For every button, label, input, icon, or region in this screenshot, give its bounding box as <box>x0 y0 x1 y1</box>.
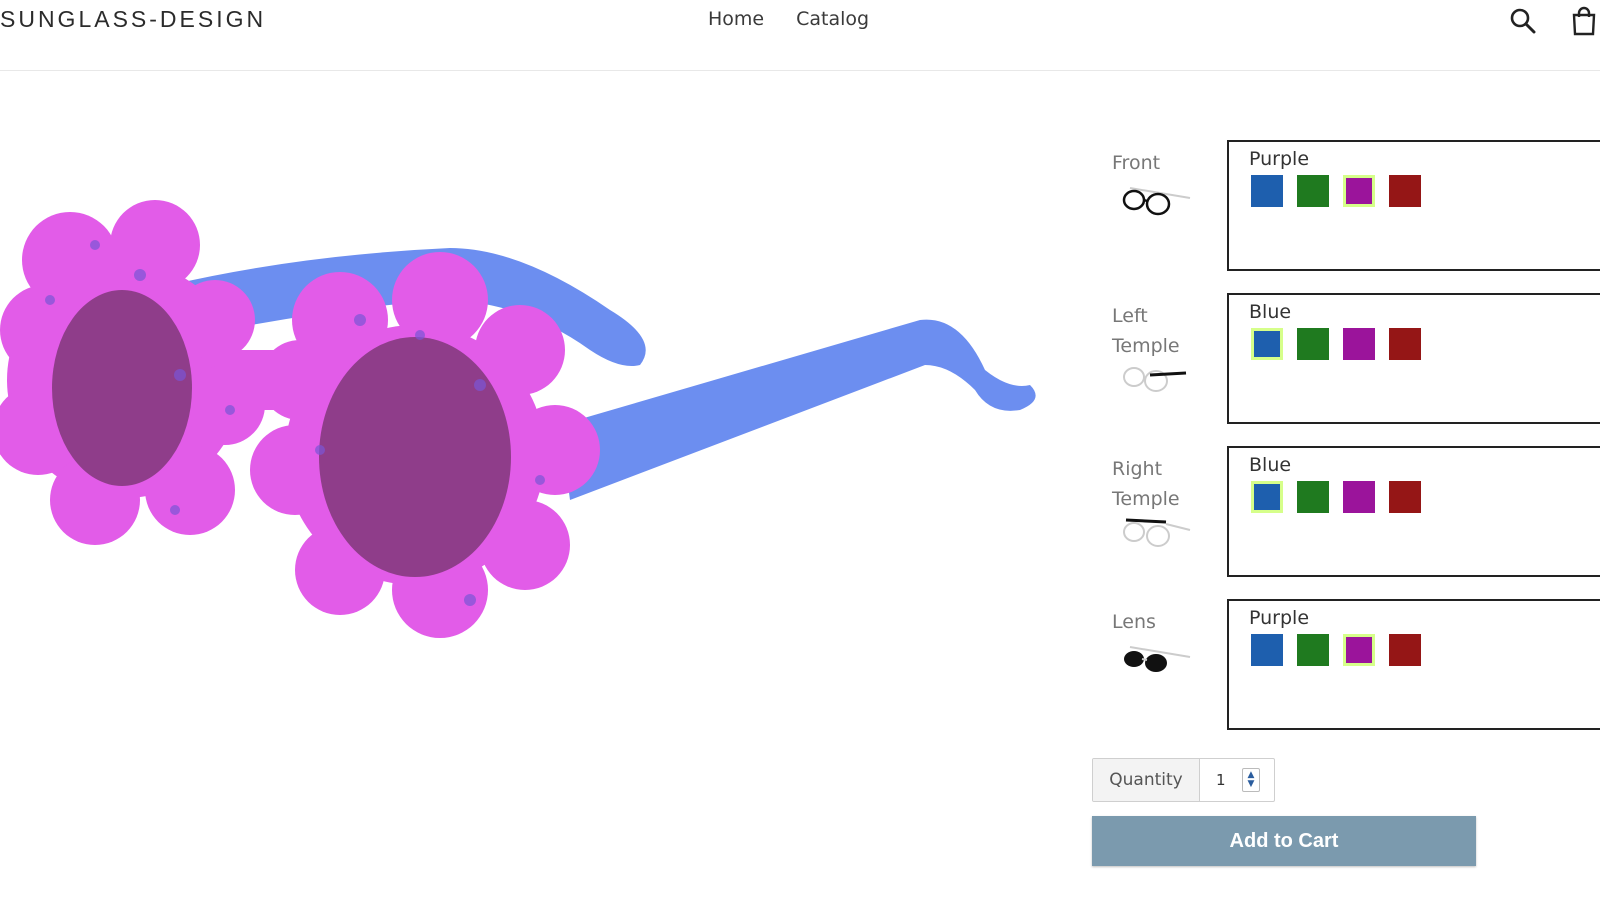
option-front-box: Purple <box>1227 140 1600 271</box>
quantity-value[interactable]: 1 <box>1216 771 1226 789</box>
swatch-green[interactable] <box>1297 481 1329 513</box>
main-nav: Home Catalog <box>708 8 869 30</box>
swatch-purple[interactable] <box>1343 481 1375 513</box>
option-front-selected: Purple <box>1249 148 1310 170</box>
option-front: Front Purple <box>1092 140 1600 293</box>
quantity-label: Quantity <box>1093 759 1200 801</box>
option-front-swatches <box>1251 175 1421 207</box>
lens-icon <box>1124 646 1191 672</box>
swatch-green[interactable] <box>1297 175 1329 207</box>
product-image <box>0 200 1060 660</box>
option-left-temple-box: Blue <box>1227 293 1600 424</box>
swatch-red[interactable] <box>1389 328 1421 360</box>
option-front-label: Front <box>1112 152 1161 174</box>
option-right-temple: Right Temple Blue <box>1092 446 1600 599</box>
nav-catalog-link[interactable]: Catalog <box>796 8 869 30</box>
site-logo[interactable]: SUNGLASS-DESIGN <box>0 6 266 33</box>
quantity-stepper[interactable]: 1 ▲ ▼ <box>1200 759 1274 801</box>
swatch-blue[interactable] <box>1251 328 1283 360</box>
option-right-temple-box: Blue <box>1227 446 1600 577</box>
add-to-cart-button[interactable]: Add to Cart <box>1092 816 1476 866</box>
swatch-purple[interactable] <box>1343 328 1375 360</box>
option-lens-label: Lens <box>1112 611 1156 633</box>
swatch-blue[interactable] <box>1251 481 1283 513</box>
quantity-control: Quantity 1 ▲ ▼ <box>1092 758 1275 802</box>
option-left-temple-selected: Blue <box>1249 301 1292 323</box>
stepper-arrows-icon[interactable]: ▲ ▼ <box>1242 768 1260 792</box>
swatch-green[interactable] <box>1297 328 1329 360</box>
swatch-red[interactable] <box>1389 634 1421 666</box>
swatch-purple[interactable] <box>1343 175 1375 207</box>
option-right-temple-selected: Blue <box>1249 454 1292 476</box>
cart-icon[interactable] <box>1567 4 1600 38</box>
option-right-temple-swatches <box>1251 481 1421 513</box>
right-temple-icon <box>1123 518 1191 547</box>
site-header: SUNGLASS-DESIGN Home Catalog <box>0 0 1600 71</box>
left-temple-icon <box>1123 367 1187 392</box>
nav-home-link[interactable]: Home <box>708 8 764 30</box>
option-lens-selected: Purple <box>1249 607 1310 629</box>
swatch-blue[interactable] <box>1251 634 1283 666</box>
swatch-red[interactable] <box>1389 175 1421 207</box>
option-left-temple-label: Left Temple <box>1112 305 1180 357</box>
option-left-temple-swatches <box>1251 328 1421 360</box>
swatch-purple[interactable] <box>1343 634 1375 666</box>
sunglasses-illustration <box>0 200 1036 638</box>
swatch-blue[interactable] <box>1251 175 1283 207</box>
search-icon[interactable] <box>1506 4 1540 38</box>
front-icon <box>1122 187 1191 216</box>
option-lens-swatches <box>1251 634 1421 666</box>
option-lens-box: Purple <box>1227 599 1600 730</box>
option-left-temple: Left Temple Blue <box>1092 293 1600 446</box>
option-lens: Lens Purple <box>1092 599 1600 752</box>
customization-options: Front Purple Left Temple Blue Right Temp… <box>1092 140 1600 752</box>
swatch-green[interactable] <box>1297 634 1329 666</box>
swatch-red[interactable] <box>1389 481 1421 513</box>
option-right-temple-label: Right Temple <box>1112 458 1180 510</box>
